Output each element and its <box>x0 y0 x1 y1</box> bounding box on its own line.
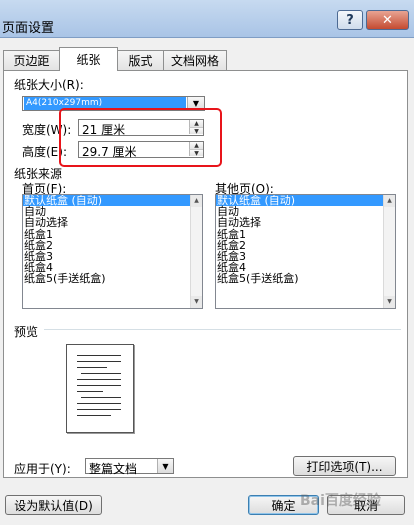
paper-size-value: A4(210x297mm) <box>24 97 186 110</box>
first-page-tray-list[interactable]: 默认纸盒 (自动) 自动 自动选择 纸盒1 纸盒2 纸盒3 纸盒4 纸盒5(手送… <box>22 194 203 309</box>
list-items: 默认纸盒 (自动) 自动 自动选择 纸盒1 纸盒2 纸盒3 纸盒4 纸盒5(手送… <box>216 195 395 285</box>
arrow-glyph: ▼ <box>192 99 200 108</box>
tab-label: 纸张 <box>76 53 101 67</box>
width-value: 21 厘米 <box>82 123 126 137</box>
preview-line <box>77 391 103 392</box>
paper-size-select[interactable]: A4(210x297mm) ▼ <box>22 96 205 111</box>
apply-to-label: 应用于(Y): <box>14 462 71 476</box>
list-item[interactable]: 自动选择 <box>216 217 395 228</box>
other-pages-tray-list[interactable]: 默认纸盒 (自动) 自动 自动选择 纸盒1 纸盒2 纸盒3 纸盒4 纸盒5(手送… <box>215 194 396 309</box>
close-icon: ✕ <box>382 12 393 28</box>
apply-to-value: 整篇文档 <box>89 462 138 476</box>
height-value: 29.7 厘米 <box>82 145 137 159</box>
question-mark-icon: ? <box>346 12 354 28</box>
height-stepper[interactable]: 29.7 厘米 ▲ ▼ <box>78 141 204 159</box>
list-item[interactable]: 自动选择 <box>23 217 202 228</box>
list-items: 默认纸盒 (自动) 自动 自动选择 纸盒1 纸盒2 纸盒3 纸盒4 纸盒5(手送… <box>23 195 202 285</box>
preview-line <box>77 355 121 356</box>
preview-line <box>77 361 121 362</box>
tab-layout[interactable]: 版式 <box>117 50 164 70</box>
preview-line <box>77 367 107 368</box>
scrollbar[interactable]: ▲ ▼ <box>383 195 395 308</box>
scroll-down-icon[interactable]: ▼ <box>384 296 395 308</box>
scroll-up-icon[interactable]: ▲ <box>191 195 202 207</box>
preview-line <box>77 379 121 380</box>
chevron-down-icon[interactable]: ▼ <box>187 97 204 110</box>
height-label: 高度(E): <box>22 145 67 159</box>
scroll-up-icon[interactable]: ▲ <box>384 195 395 207</box>
set-default-button[interactable]: 设为默认值(D) <box>5 495 102 515</box>
paper-size-label: 纸张大小(R): <box>14 78 84 92</box>
tab-margins[interactable]: 页边距 <box>3 50 60 70</box>
close-button[interactable]: ✕ <box>366 10 409 30</box>
preview-line <box>81 397 121 398</box>
width-label: 宽度(W): <box>22 123 72 137</box>
window-title: 页面设置 <box>2 21 55 36</box>
preview-line <box>81 373 121 374</box>
width-stepper[interactable]: 21 厘米 ▲ ▼ <box>78 119 204 137</box>
scrollbar[interactable]: ▲ ▼ <box>190 195 202 308</box>
title-bar: 页面设置 ? ✕ <box>0 0 414 38</box>
list-item[interactable]: 纸盒5(手送纸盒) <box>23 273 202 284</box>
preview-divider <box>44 329 401 330</box>
page-setup-dialog: 页边距 纸张 版式 文档网格 纸张大小(R): A4(210x297mm) ▼ … <box>0 38 414 525</box>
tab-document-grid[interactable]: 文档网格 <box>163 50 227 70</box>
list-item[interactable]: 默认纸盒 (自动) <box>23 195 202 207</box>
tab-paper[interactable]: 纸张 <box>59 47 118 71</box>
help-button[interactable]: ? <box>337 10 363 30</box>
arrow-glyph: ▼ <box>162 461 169 471</box>
increment-icon[interactable]: ▲ <box>189 120 203 127</box>
ok-button[interactable]: 确定 <box>248 495 319 515</box>
cancel-button[interactable]: 取消 <box>327 495 405 515</box>
scroll-down-icon[interactable]: ▼ <box>191 296 202 308</box>
tab-label: 版式 <box>128 54 153 68</box>
decrement-icon[interactable]: ▼ <box>189 149 203 157</box>
print-options-button[interactable]: 打印选项(T)... <box>293 456 396 476</box>
page-preview <box>66 344 134 433</box>
preview-line <box>77 409 121 410</box>
list-item[interactable]: 纸盒5(手送纸盒) <box>216 273 395 284</box>
preview-label: 预览 <box>14 325 39 339</box>
decrement-icon[interactable]: ▼ <box>189 127 203 135</box>
apply-to-select[interactable]: 整篇文档 ▼ <box>85 458 174 476</box>
increment-icon[interactable]: ▲ <box>189 142 203 149</box>
preview-line <box>77 385 121 386</box>
preview-line <box>77 403 121 404</box>
list-item[interactable]: 默认纸盒 (自动) <box>216 195 395 207</box>
chevron-down-icon[interactable]: ▼ <box>157 459 173 473</box>
tab-label: 文档网格 <box>170 54 219 68</box>
tab-label: 页边距 <box>13 54 50 68</box>
preview-line <box>77 415 111 416</box>
